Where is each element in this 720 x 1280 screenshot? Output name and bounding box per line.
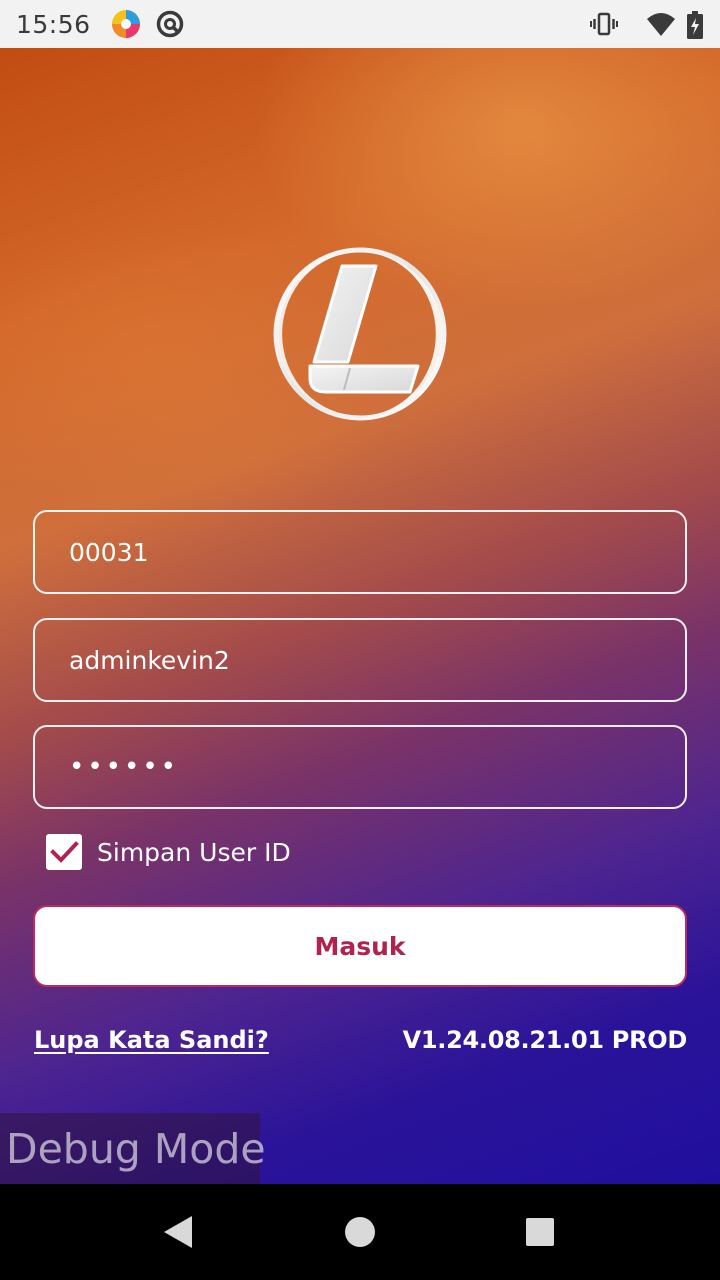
login-screen: 00031 adminkevin2 •••••• Simpan User ID … <box>0 48 720 1185</box>
app-notification-icon <box>111 9 141 39</box>
status-time: 15:56 <box>16 9 91 39</box>
remember-user-id[interactable]: Simpan User ID <box>46 834 291 870</box>
sync-icon <box>155 9 185 39</box>
app-logo-icon <box>270 244 450 424</box>
back-icon <box>164 1216 192 1248</box>
forgot-password-link[interactable]: Lupa Kata Sandi? <box>34 1026 269 1054</box>
version-label: V1.24.08.21.01 PROD <box>402 1026 688 1054</box>
vibrate-icon <box>590 10 618 38</box>
company-code-value: 00031 <box>69 537 149 567</box>
password-value: •••••• <box>69 752 180 782</box>
user-id-field[interactable]: adminkevin2 <box>33 618 687 702</box>
battery-charging-icon <box>686 10 704 39</box>
back-button[interactable] <box>158 1212 198 1252</box>
wifi-icon <box>646 10 675 38</box>
remember-label: Simpan User ID <box>97 837 291 867</box>
user-id-value: adminkevin2 <box>69 645 230 675</box>
login-button[interactable]: Masuk <box>33 905 687 987</box>
remember-checkbox[interactable] <box>46 834 82 870</box>
screen: 15:56 00031 adminkevin2 •••••• Simpan Us… <box>0 0 720 1280</box>
status-bar: 15:56 <box>0 0 720 48</box>
login-button-label: Masuk <box>314 931 406 961</box>
home-icon <box>345 1217 375 1247</box>
debug-mode-badge: Debug Mode <box>0 1113 266 1185</box>
password-field[interactable]: •••••• <box>33 725 687 809</box>
navigation-bar <box>0 1184 720 1280</box>
recents-button[interactable] <box>520 1212 560 1252</box>
home-button[interactable] <box>340 1212 380 1252</box>
check-icon <box>50 841 79 863</box>
debug-mode-label: Debug Mode <box>6 1125 266 1173</box>
company-code-field[interactable]: 00031 <box>33 510 687 594</box>
recents-icon <box>526 1218 554 1246</box>
